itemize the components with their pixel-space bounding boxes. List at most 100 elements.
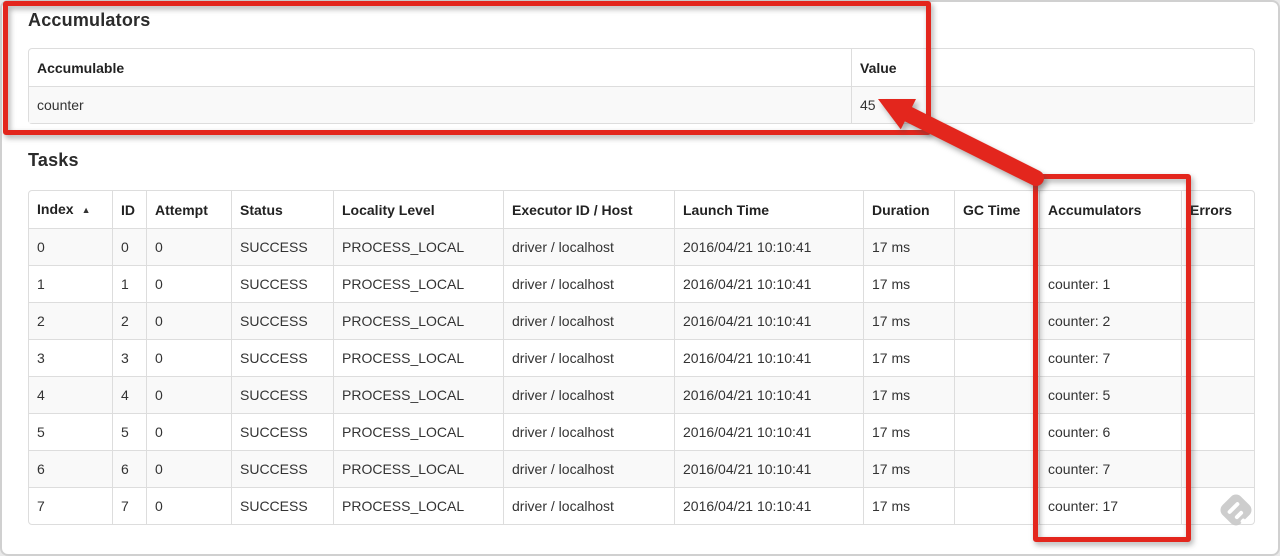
table-cell: 2016/04/21 10:10:41: [674, 265, 863, 302]
column-header-index[interactable]: Index ▲: [29, 191, 112, 228]
table-cell: 17 ms: [863, 228, 954, 265]
table-cell: [1181, 265, 1254, 302]
table-cell: 2016/04/21 10:10:41: [674, 450, 863, 487]
table-cell: SUCCESS: [231, 376, 333, 413]
table-cell: [1181, 339, 1254, 376]
column-header-label: Executor ID / Host: [512, 201, 633, 218]
table-cell: SUCCESS: [231, 450, 333, 487]
table-row: 7 7 0 SUCCESS PROCESS_LOCAL driver / localhos…: [29, 487, 1254, 524]
tasks-table-body: 0 0 0 SUCCESS PROCESS_LOCAL driver / localhos…: [29, 228, 1254, 524]
table-cell: counter: 2: [1039, 302, 1181, 339]
table-cell: counter: [29, 86, 851, 123]
table-cell: 0: [146, 265, 231, 302]
column-header-label: Attempt: [155, 201, 208, 218]
table-row: counter 45: [29, 86, 1254, 123]
table-cell: 2016/04/21 10:10:41: [674, 228, 863, 265]
table-cell: 0: [112, 228, 146, 265]
table-cell: 1: [29, 265, 112, 302]
tasks-section-heading: Tasks: [28, 150, 79, 170]
table-cell: 3: [112, 339, 146, 376]
column-header-label: Status: [240, 201, 283, 218]
table-cell: driver / localhost: [503, 413, 674, 450]
table-cell: 2016/04/21 10:10:41: [674, 339, 863, 376]
accumulable-table: Accumulable Value counter 45: [28, 48, 1255, 124]
table-cell: 7: [29, 487, 112, 524]
table-cell: 6: [29, 450, 112, 487]
table-cell: driver / localhost: [503, 450, 674, 487]
column-header-id[interactable]: ID: [112, 191, 146, 228]
column-header-label: GC Time: [963, 201, 1021, 218]
column-header-accumulable: Accumulable: [29, 49, 851, 86]
column-header-locality-level[interactable]: Locality Level: [333, 191, 503, 228]
column-header-gc-time[interactable]: GC Time: [954, 191, 1039, 228]
column-header-label: Accumulable: [37, 59, 125, 76]
sort-ascending-icon: ▲: [81, 205, 91, 215]
table-row: 5 5 0 SUCCESS PROCESS_LOCAL driver / localhos…: [29, 413, 1254, 450]
table-cell: PROCESS_LOCAL: [333, 450, 503, 487]
table-cell: [1039, 228, 1181, 265]
table-cell: PROCESS_LOCAL: [333, 413, 503, 450]
column-header-executor-id-host[interactable]: Executor ID / Host: [503, 191, 674, 228]
table-cell: counter: 7: [1039, 339, 1181, 376]
table-cell: 5: [29, 413, 112, 450]
table-cell: 17 ms: [863, 413, 954, 450]
table-cell: 2: [112, 302, 146, 339]
column-header-status[interactable]: Status: [231, 191, 333, 228]
column-header-label: Index: [37, 201, 74, 217]
table-cell: [1181, 228, 1254, 265]
table-cell: 0: [29, 228, 112, 265]
table-cell: 0: [146, 302, 231, 339]
column-header-launch-time[interactable]: Launch Time: [674, 191, 863, 228]
column-header-duration[interactable]: Duration: [863, 191, 954, 228]
tasks-table: Index ▲ ID Attempt Status Locality Level Execu…: [28, 190, 1255, 525]
table-cell: 2016/04/21 10:10:41: [674, 413, 863, 450]
table-cell: driver / localhost: [503, 339, 674, 376]
column-header-label: Value: [860, 59, 897, 76]
table-cell: [1181, 376, 1254, 413]
feedly-watermark-icon: [1220, 494, 1252, 526]
table-cell: PROCESS_LOCAL: [333, 376, 503, 413]
accumulators-section-heading: Accumulators: [28, 10, 151, 30]
table-cell: 0: [146, 413, 231, 450]
table-row: 3 3 0 SUCCESS PROCESS_LOCAL driver / localhos…: [29, 339, 1254, 376]
column-header-label: ID: [121, 201, 135, 218]
table-cell: 17 ms: [863, 487, 954, 524]
table-cell: 4: [29, 376, 112, 413]
table-cell: counter: 17: [1039, 487, 1181, 524]
table-cell: [954, 339, 1039, 376]
table-cell: SUCCESS: [231, 413, 333, 450]
table-cell: SUCCESS: [231, 339, 333, 376]
table-cell: SUCCESS: [231, 265, 333, 302]
table-cell: [1181, 450, 1254, 487]
accumulable-table-header: Accumulable Value: [29, 49, 1254, 86]
header-row: Index ▲ ID Attempt Status Locality Level Execu…: [29, 191, 1254, 228]
table-cell: 17 ms: [863, 265, 954, 302]
table-cell: 0: [146, 228, 231, 265]
column-header-label: Duration: [872, 201, 930, 218]
table-cell: SUCCESS: [231, 302, 333, 339]
table-cell: driver / localhost: [503, 376, 674, 413]
column-header-errors[interactable]: Errors: [1181, 191, 1254, 228]
table-cell: counter: 5: [1039, 376, 1181, 413]
table-cell: PROCESS_LOCAL: [333, 265, 503, 302]
table-cell: driver / localhost: [503, 228, 674, 265]
table-cell: 45: [851, 86, 1254, 123]
table-cell: driver / localhost: [503, 302, 674, 339]
table-cell: 17 ms: [863, 376, 954, 413]
table-cell: counter: 6: [1039, 413, 1181, 450]
table-cell: 2: [29, 302, 112, 339]
table-cell: [954, 487, 1039, 524]
column-header-attempt[interactable]: Attempt: [146, 191, 231, 228]
table-cell: 2016/04/21 10:10:41: [674, 487, 863, 524]
table-cell: 2016/04/21 10:10:41: [674, 302, 863, 339]
table-cell: PROCESS_LOCAL: [333, 228, 503, 265]
table-cell: 0: [146, 339, 231, 376]
table-row: 2 2 0 SUCCESS PROCESS_LOCAL driver / localhos…: [29, 302, 1254, 339]
table-cell: 4: [112, 376, 146, 413]
table-cell: [954, 228, 1039, 265]
tasks-table-header: Index ▲ ID Attempt Status Locality Level Execu…: [29, 191, 1254, 228]
table-cell: PROCESS_LOCAL: [333, 487, 503, 524]
column-header-accumulators[interactable]: Accumulators: [1039, 191, 1181, 228]
table-cell: counter: 7: [1039, 450, 1181, 487]
table-cell: 3: [29, 339, 112, 376]
